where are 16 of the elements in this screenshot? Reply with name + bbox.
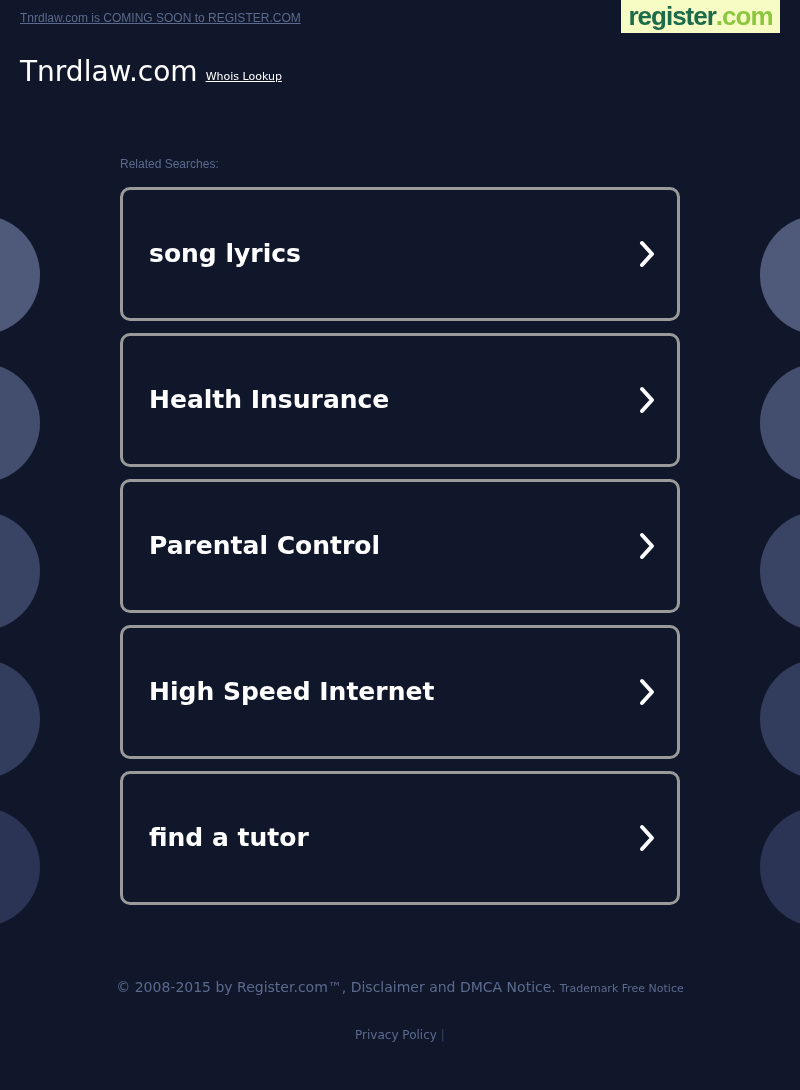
domain-title: Tnrdlaw.com (20, 55, 198, 89)
chevron-right-icon (639, 386, 655, 414)
chevron-right-icon (639, 240, 655, 268)
related-search-link[interactable]: High Speed Internet (120, 625, 680, 759)
chevron-right-icon (639, 532, 655, 560)
related-search-link[interactable]: Parental Control (120, 479, 680, 613)
related-searches-heading: Related Searches: (120, 156, 220, 173)
separator: | (440, 1027, 445, 1044)
related-search-link[interactable]: find a tutor (120, 771, 680, 905)
whois-link[interactable]: Whois Lookup (205, 68, 282, 85)
related-search-link[interactable]: song lyrics (120, 187, 680, 321)
copyright-notice: © 2008-2015 by Register.com™, Disclaimer and DMCA Notice. (116, 978, 556, 997)
register-logo[interactable]: register.com (621, 0, 780, 33)
chevron-right-icon (639, 824, 655, 852)
chevron-right-icon (639, 678, 655, 706)
related-search-link[interactable]: Health Insurance (120, 333, 680, 467)
